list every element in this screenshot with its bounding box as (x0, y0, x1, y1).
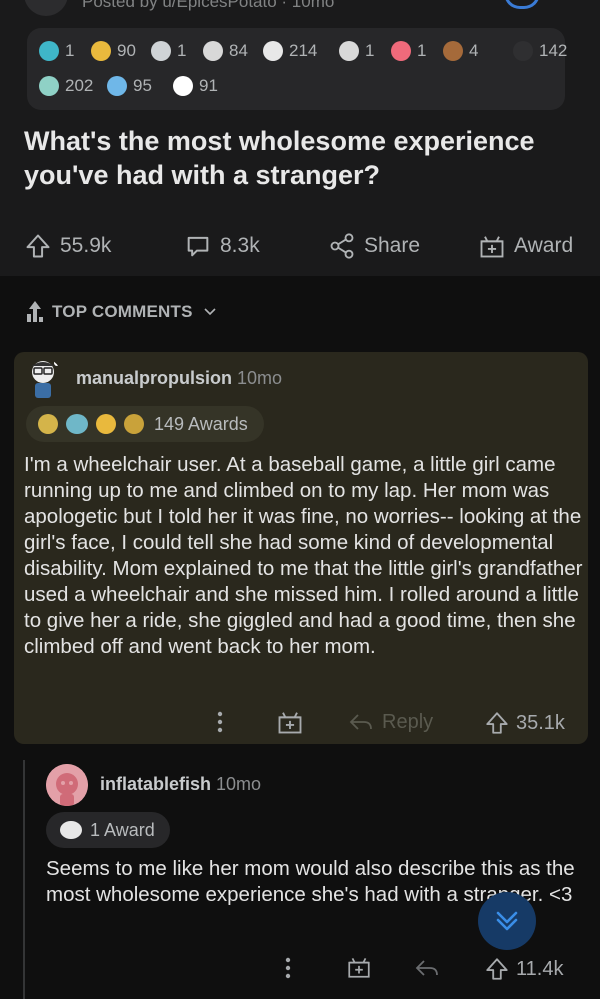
comment-author-line[interactable]: manualpropulsion 10mo (76, 368, 282, 389)
reply-more-options-button[interactable] (280, 954, 296, 982)
angel-wings-award-icon (39, 76, 59, 96)
award-item[interactable]: 1 (391, 41, 426, 61)
double-chevron-down-icon (496, 911, 518, 931)
sort-dropdown[interactable]: TOP COMMENTS (24, 300, 217, 324)
reply-vote-count: 11.4k (516, 957, 564, 980)
hug-award-icon (96, 414, 116, 434)
award-item[interactable]: 91 (173, 76, 218, 96)
post-title: What's the most wholesome experience you… (24, 126, 535, 190)
sloth-award-icon (443, 41, 463, 61)
heart-eyes-award-icon (391, 41, 411, 61)
award-item[interactable]: 214 (263, 41, 317, 61)
reply-awards-pill[interactable]: 1 Award (46, 812, 170, 848)
chevron-down-icon (204, 308, 216, 316)
upvote-arrow-icon (486, 958, 508, 980)
snoo-award-icon (60, 821, 82, 839)
share-icon (330, 233, 354, 259)
reply-user-avatar[interactable] (46, 764, 88, 806)
award-count: 1 (365, 41, 375, 60)
reply-arrow-icon (349, 714, 372, 730)
reply-age: 10mo (216, 774, 262, 794)
user-avatar[interactable] (26, 358, 62, 400)
award-count: 91 (199, 76, 218, 95)
gold-trophy-award-icon (91, 41, 111, 61)
dark-circle-award-icon (513, 41, 533, 61)
more-vertical-icon (285, 957, 291, 979)
award-item[interactable]: 1 (339, 41, 374, 61)
reply-awards-label: 1 Award (90, 819, 155, 840)
award-item[interactable]: 4 (443, 41, 478, 61)
snoo-avatar-icon (32, 360, 60, 398)
award-item[interactable]: 142 (513, 41, 567, 61)
comment-awards-pill[interactable]: 149 Awards (26, 406, 264, 442)
wave-award-icon (66, 414, 88, 434)
comment-upvote-button[interactable]: 35.1k (484, 710, 565, 736)
award-count: 84 (229, 41, 248, 60)
post-awards-bar[interactable]: 1 90 1 84 214 1 1 4 142 202 95 91 (27, 28, 567, 110)
award-item[interactable]: 95 (107, 76, 152, 96)
reply-author-line[interactable]: inflatablefish 10mo (100, 774, 261, 795)
gold-award-icon (124, 414, 144, 434)
comment-vote-count: 35.1k (516, 711, 565, 734)
give-award-button[interactable] (276, 708, 304, 736)
more-options-button[interactable] (212, 708, 228, 736)
award-item[interactable]: 90 (91, 41, 136, 61)
comments-button[interactable]: 8.3k (184, 232, 260, 260)
rocket-like-award-icon (151, 41, 171, 61)
award-count: 95 (133, 76, 152, 95)
award-count: 90 (117, 41, 136, 60)
more-vertical-icon (217, 711, 223, 733)
comment-age: 10mo (237, 368, 283, 388)
reply-reply-button[interactable] (414, 956, 440, 980)
upvote-arrow-icon (486, 712, 508, 734)
share-button[interactable]: Share (328, 232, 420, 260)
next-comment-button[interactable] (478, 892, 536, 950)
rocket-sort-icon (27, 301, 43, 322)
comment-username[interactable]: manualpropulsion (76, 368, 232, 388)
upvote-button[interactable]: 55.9k (24, 232, 111, 260)
posted-by-line[interactable]: Posted by u/EpicesPotato · 10mo (82, 0, 334, 12)
upvote-count: 55.9k (60, 234, 112, 257)
cloud-face-award-icon (263, 41, 283, 61)
reply-give-award-button[interactable] (346, 954, 372, 980)
post-actions: 55.9k 8.3k Share Award (0, 228, 600, 268)
award-count: 1 (177, 41, 187, 60)
sort-label: TOP COMMENTS (52, 302, 193, 321)
sun-award-icon (38, 414, 58, 434)
wave-award-icon (107, 76, 127, 96)
award-item[interactable]: 1 (151, 41, 186, 61)
reply-arrow-icon (415, 960, 438, 976)
award-count: 142 (539, 41, 568, 60)
snoo-face-award-icon (173, 76, 193, 96)
award-item[interactable]: 202 (39, 76, 93, 96)
comment-bubble-icon (187, 236, 209, 257)
reply-username[interactable]: inflatablefish (100, 774, 211, 794)
award-count: 202 (65, 76, 94, 95)
gift-icon (278, 712, 302, 734)
silver-splash-award-icon (203, 41, 223, 61)
gift-icon (348, 957, 370, 978)
award-count: 214 (289, 41, 318, 60)
reply-label: Reply (382, 710, 434, 733)
award-count: 1 (417, 41, 427, 60)
award-count: 1 (65, 41, 75, 60)
reply-actions: 11.4k (0, 954, 600, 988)
s-badge-award-icon (339, 41, 359, 61)
awards-count-label: 149 Awards (154, 413, 248, 434)
gift-icon (480, 236, 504, 258)
reply-button[interactable]: Reply (348, 710, 433, 734)
comment-actions: Reply 35.1k (0, 706, 600, 740)
share-label: Share (364, 234, 421, 257)
comment-body: I'm a wheelchair user. At a baseball gam… (24, 453, 583, 658)
snoo-avatar-icon (46, 764, 88, 806)
shield-award-icon (39, 41, 59, 61)
award-item[interactable]: 84 (203, 41, 248, 61)
award-count: 4 (469, 41, 479, 60)
comment-count: 8.3k (220, 234, 260, 257)
award-label: Award (514, 234, 574, 257)
award-item[interactable]: 1 (39, 41, 74, 61)
award-button[interactable]: Award (478, 232, 573, 260)
reply-upvote-button[interactable]: 11.4k (484, 956, 563, 982)
upvote-arrow-icon (26, 234, 50, 258)
